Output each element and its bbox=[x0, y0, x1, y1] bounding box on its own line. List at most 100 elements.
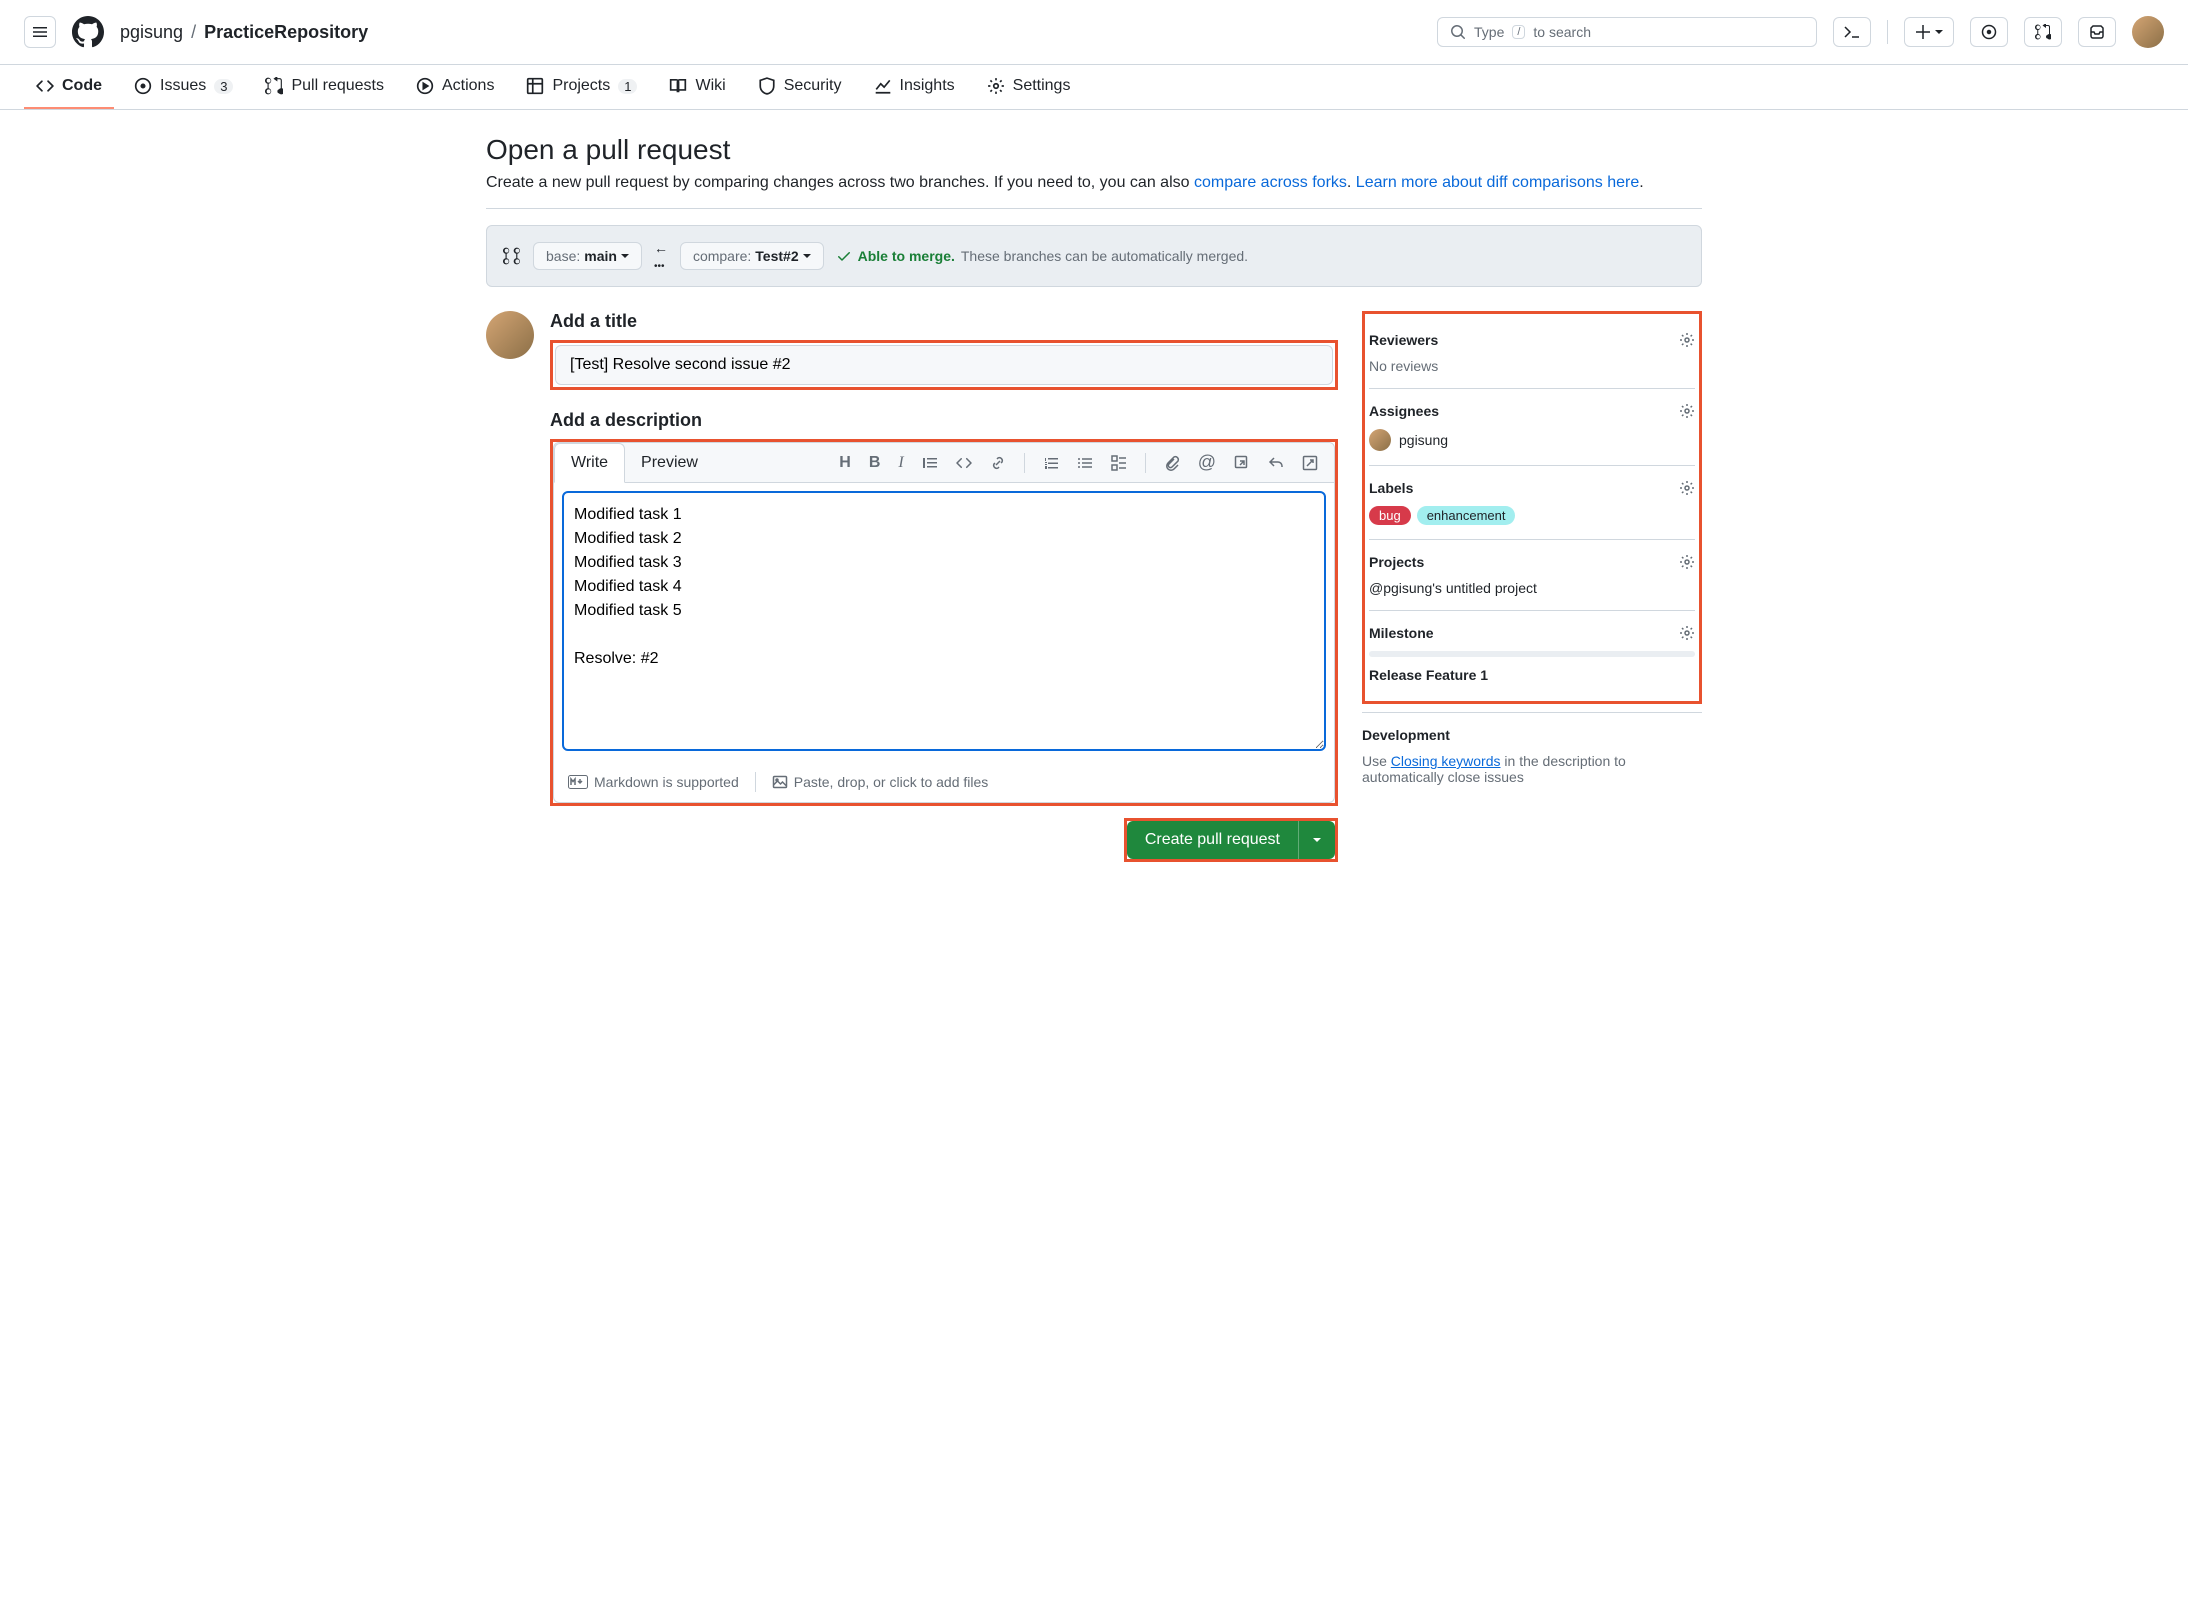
code-icon[interactable] bbox=[956, 455, 972, 471]
create-pr-button-group: Create pull request bbox=[1124, 818, 1338, 862]
tab-issues-label: Issues bbox=[160, 77, 206, 95]
create-pr-dropdown[interactable] bbox=[1298, 821, 1335, 859]
user-avatar[interactable] bbox=[2132, 16, 2164, 48]
graph-icon bbox=[874, 77, 892, 95]
base-branch-selector[interactable]: base: main bbox=[533, 242, 642, 270]
tab-pulls[interactable]: Pull requests bbox=[253, 65, 396, 109]
tab-issues[interactable]: Issues 3 bbox=[122, 65, 245, 109]
breadcrumb-owner[interactable]: pgisung bbox=[120, 22, 183, 43]
description-editor: Write Preview H B I bbox=[553, 442, 1335, 803]
tab-settings-label: Settings bbox=[1013, 77, 1071, 95]
hamburger-menu-button[interactable] bbox=[24, 16, 56, 48]
projects-section: Projects @pgisung's untitled project bbox=[1369, 540, 1695, 611]
image-icon bbox=[772, 774, 788, 790]
tab-wiki-label: Wiki bbox=[695, 77, 725, 95]
tab-projects[interactable]: Projects 1 bbox=[514, 65, 649, 109]
issues-count-badge: 3 bbox=[214, 79, 233, 94]
assignee-row[interactable]: pgisung bbox=[1369, 429, 1695, 451]
markdown-supported-link[interactable]: Markdown is supported bbox=[568, 774, 739, 790]
page-description: Create a new pull request by comparing c… bbox=[486, 174, 1702, 192]
italic-icon[interactable]: I bbox=[898, 454, 903, 472]
development-section: Development Use Closing keywords in the … bbox=[1362, 713, 1702, 799]
github-logo-icon[interactable] bbox=[72, 16, 104, 48]
assignees-gear-icon[interactable] bbox=[1679, 403, 1695, 419]
pull-requests-button[interactable] bbox=[2024, 17, 2062, 47]
tab-wiki[interactable]: Wiki bbox=[657, 65, 737, 109]
milestone-progress-bar bbox=[1369, 651, 1695, 657]
bold-icon[interactable]: B bbox=[869, 454, 881, 472]
reviewers-gear-icon[interactable] bbox=[1679, 332, 1695, 348]
unordered-list-icon[interactable] bbox=[1077, 455, 1093, 471]
reviewers-heading: Reviewers bbox=[1369, 332, 1438, 348]
development-heading: Development bbox=[1362, 727, 1450, 743]
cross-reference-icon[interactable] bbox=[1234, 455, 1250, 471]
editor-toolbar: H B I bbox=[839, 452, 1334, 473]
pr-title-input[interactable] bbox=[555, 345, 1333, 385]
git-compare-icon bbox=[503, 247, 521, 265]
assignees-heading: Assignees bbox=[1369, 403, 1439, 419]
projects-gear-icon[interactable] bbox=[1679, 554, 1695, 570]
ordered-list-icon[interactable] bbox=[1043, 455, 1059, 471]
preview-tab[interactable]: Preview bbox=[625, 444, 714, 482]
chevron-down-icon bbox=[803, 252, 811, 260]
chevron-down-icon bbox=[621, 252, 629, 260]
milestone-gear-icon[interactable] bbox=[1679, 625, 1695, 641]
merge-status: Able to merge. These branches can be aut… bbox=[836, 248, 1248, 264]
closing-keywords-link[interactable]: Closing keywords bbox=[1391, 753, 1501, 769]
task-list-icon[interactable] bbox=[1111, 455, 1127, 471]
tab-actions[interactable]: Actions bbox=[404, 65, 506, 109]
tab-security[interactable]: Security bbox=[746, 65, 854, 109]
labels-gear-icon[interactable] bbox=[1679, 480, 1695, 496]
labels-section: Labels bug enhancement bbox=[1369, 466, 1695, 540]
page-title: Open a pull request bbox=[486, 134, 1702, 166]
heading-icon[interactable]: H bbox=[839, 454, 851, 472]
attach-icon[interactable] bbox=[1164, 455, 1180, 471]
label-bug[interactable]: bug bbox=[1369, 506, 1411, 525]
tab-projects-label: Projects bbox=[552, 77, 610, 95]
slash-key-hint: / bbox=[1512, 25, 1525, 39]
search-input[interactable]: Type / to search bbox=[1437, 17, 1817, 47]
notifications-button[interactable] bbox=[2078, 17, 2116, 47]
pr-sidebar: Reviewers No reviews Assignees pgisung bbox=[1362, 311, 1702, 704]
tab-insights[interactable]: Insights bbox=[862, 65, 967, 109]
projects-body[interactable]: @pgisung's untitled project bbox=[1369, 580, 1695, 596]
play-icon bbox=[416, 77, 434, 95]
shield-icon bbox=[758, 77, 776, 95]
link-icon[interactable] bbox=[990, 455, 1006, 471]
code-icon bbox=[36, 77, 54, 95]
assignees-section: Assignees pgisung bbox=[1369, 389, 1695, 466]
write-tab[interactable]: Write bbox=[554, 443, 625, 483]
compare-branches-bar: base: main ←••• compare: Test#2 Able to … bbox=[486, 225, 1702, 287]
assignee-username: pgisung bbox=[1399, 432, 1448, 448]
compare-branch-selector[interactable]: compare: Test#2 bbox=[680, 242, 824, 270]
tab-code[interactable]: Code bbox=[24, 65, 114, 109]
fullscreen-icon[interactable] bbox=[1302, 455, 1318, 471]
title-field-label: Add a title bbox=[550, 311, 1338, 332]
repo-nav-tabs: Code Issues 3 Pull requests Actions Proj… bbox=[0, 65, 2188, 110]
create-pull-request-button[interactable]: Create pull request bbox=[1127, 821, 1298, 859]
breadcrumb-separator: / bbox=[191, 22, 196, 43]
mention-icon[interactable]: @ bbox=[1198, 452, 1216, 473]
issues-button[interactable] bbox=[1970, 17, 2008, 47]
quote-icon[interactable] bbox=[922, 455, 938, 471]
reply-icon[interactable] bbox=[1268, 455, 1284, 471]
table-icon bbox=[526, 77, 544, 95]
breadcrumb: pgisung / PracticeRepository bbox=[120, 22, 368, 43]
issue-opened-icon bbox=[1981, 24, 1997, 40]
diff-comparisons-link[interactable]: Learn more about diff comparisons here bbox=[1356, 174, 1639, 191]
description-field-label: Add a description bbox=[550, 410, 1338, 431]
breadcrumb-repo[interactable]: PracticeRepository bbox=[204, 22, 368, 43]
pr-description-textarea[interactable] bbox=[562, 491, 1326, 751]
milestone-heading: Milestone bbox=[1369, 625, 1434, 641]
command-palette-button[interactable] bbox=[1833, 17, 1871, 47]
tab-settings[interactable]: Settings bbox=[975, 65, 1083, 109]
global-header: pgisung / PracticeRepository Type / to s… bbox=[0, 0, 2188, 65]
plus-icon bbox=[1915, 24, 1931, 40]
milestone-section: Milestone Release Feature 1 bbox=[1369, 611, 1695, 697]
chevron-down-icon bbox=[1313, 836, 1321, 844]
compare-forks-link[interactable]: compare across forks bbox=[1194, 174, 1347, 191]
create-new-button[interactable] bbox=[1904, 17, 1954, 47]
milestone-body[interactable]: Release Feature 1 bbox=[1369, 667, 1695, 683]
attach-files-link[interactable]: Paste, drop, or click to add files bbox=[772, 774, 989, 790]
label-enhancement[interactable]: enhancement bbox=[1417, 506, 1516, 525]
